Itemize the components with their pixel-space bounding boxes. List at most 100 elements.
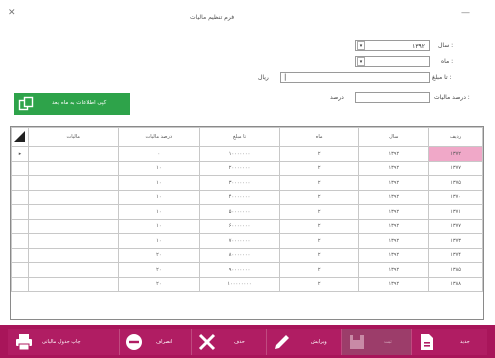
table-cell[interactable] bbox=[27, 233, 119, 249]
chevron-down-icon[interactable]: ▾ bbox=[357, 57, 365, 66]
table-cell[interactable]: ۱۳۷۳ bbox=[428, 233, 483, 249]
tax-percent-input[interactable] bbox=[355, 92, 430, 103]
column-header[interactable]: ماه bbox=[278, 127, 360, 147]
table-cell[interactable]: ۲ bbox=[278, 146, 360, 162]
table-cell[interactable]: ۱۰ bbox=[117, 233, 201, 249]
column-header[interactable]: مالیات bbox=[27, 127, 119, 147]
row-selector[interactable] bbox=[11, 204, 29, 220]
cancel-button[interactable]: انصراف bbox=[120, 329, 192, 355]
table-cell[interactable] bbox=[27, 262, 119, 278]
table-cell[interactable]: ۱۳۷۰ bbox=[428, 189, 483, 205]
copy-to-next-month-button[interactable]: کپی اطلاعات به ماه بعد bbox=[14, 93, 130, 115]
table-row[interactable]: ۱۰ ۲۰۰۰۰۰۰۰ ۲ ۱۳۹۲ ۱۳۷۷ bbox=[11, 160, 483, 176]
table-cell[interactable]: ۱۳۹۲ bbox=[358, 247, 430, 263]
table-cell[interactable] bbox=[27, 276, 119, 292]
table-cell[interactable]: ۱۳۸۸ bbox=[428, 276, 483, 292]
new-button[interactable]: جدید bbox=[412, 329, 487, 355]
table-cell[interactable]: ۱۳۷۷ bbox=[428, 160, 483, 176]
table-cell[interactable]: ۴۰۰۰۰۰۰۰ bbox=[199, 189, 280, 205]
close-icon[interactable]: ✕ bbox=[8, 8, 16, 18]
table-cell[interactable]: ۲۰ bbox=[117, 247, 201, 263]
table-cell[interactable]: ۶۰۰۰۰۰۰۰ bbox=[199, 218, 280, 234]
row-selector[interactable] bbox=[11, 218, 29, 234]
select-all-corner-icon[interactable] bbox=[13, 130, 26, 143]
year-dropdown[interactable]: ۱۳۹۲ ▾ bbox=[355, 40, 430, 51]
table-cell[interactable] bbox=[27, 189, 119, 205]
table-cell[interactable]: ۸۰۰۰۰۰۰۰ bbox=[199, 247, 280, 263]
table-cell[interactable]: ۲ bbox=[278, 276, 360, 292]
table-cell[interactable]: ۱۰ bbox=[117, 204, 201, 220]
table-cell[interactable]: ۱۳۷۵ bbox=[428, 175, 483, 191]
row-selector[interactable] bbox=[11, 160, 29, 176]
table-cell[interactable]: ۱۳۷۲ bbox=[428, 146, 483, 162]
table-cell[interactable]: ۲۰۰۰۰۰۰۰ bbox=[199, 160, 280, 176]
table-cell[interactable] bbox=[27, 160, 119, 176]
column-header[interactable]: ردیف bbox=[428, 127, 483, 147]
column-header[interactable]: تا مبلغ bbox=[199, 127, 280, 147]
table-cell[interactable] bbox=[27, 204, 119, 220]
row-selector[interactable] bbox=[11, 276, 29, 292]
row-selector[interactable] bbox=[11, 247, 29, 263]
table-cell[interactable]: ۱۳۹۲ bbox=[358, 218, 430, 234]
table-cell[interactable]: ۵۰۰۰۰۰۰۰ bbox=[199, 204, 280, 220]
table-cell[interactable]: ۱۰۰۰۰۰۰۰۰ bbox=[199, 276, 280, 292]
table-cell[interactable]: ۷۰۰۰۰۰۰۰ bbox=[199, 233, 280, 249]
row-selector[interactable] bbox=[11, 189, 29, 205]
table-row[interactable]: ۲۰ ۹۰۰۰۰۰۰۰ ۲ ۱۳۹۲ ۱۳۸۵ bbox=[11, 262, 483, 278]
table-cell[interactable]: ۲۰ bbox=[117, 262, 201, 278]
minimize-icon[interactable]: — bbox=[461, 8, 470, 18]
table-cell[interactable]: ۱۳۹۲ bbox=[358, 189, 430, 205]
table-cell[interactable] bbox=[27, 146, 119, 162]
tax-grid[interactable]: مالیات درصد مالیات تا مبلغ ماه سال ردیف … bbox=[10, 126, 484, 320]
table-cell[interactable]: ۲ bbox=[278, 247, 360, 263]
table-cell[interactable]: ۲ bbox=[278, 218, 360, 234]
table-cell[interactable]: ۱۰ bbox=[117, 175, 201, 191]
table-cell[interactable]: ۲ bbox=[278, 204, 360, 220]
table-cell[interactable]: ۱۳۹۲ bbox=[358, 160, 430, 176]
column-header[interactable]: سال bbox=[358, 127, 430, 147]
table-cell[interactable]: ۲۰ bbox=[117, 276, 201, 292]
table-cell[interactable]: ۱۳۹۲ bbox=[358, 276, 430, 292]
table-cell[interactable]: ۱۰ bbox=[117, 189, 201, 205]
table-cell[interactable]: ۱۳۹۲ bbox=[358, 146, 430, 162]
table-cell[interactable]: ۱۳۷۱ bbox=[428, 204, 483, 220]
table-cell[interactable]: ۱۳۹۲ bbox=[358, 175, 430, 191]
table-cell[interactable]: ۰ bbox=[117, 146, 201, 162]
delete-button[interactable]: حذف bbox=[192, 329, 267, 355]
table-cell[interactable]: ۱۳۹۲ bbox=[358, 233, 430, 249]
chevron-down-icon[interactable]: ▾ bbox=[357, 41, 365, 50]
table-cell[interactable]: ۲ bbox=[278, 189, 360, 205]
column-header[interactable]: درصد مالیات bbox=[117, 127, 201, 147]
table-row[interactable]: ▸ ۰ ۱۰۰۰۰۰۰۰ ۲ ۱۳۹۲ ۱۳۷۲ bbox=[11, 146, 483, 162]
edit-button[interactable]: ویرایش bbox=[267, 329, 342, 355]
print-tax-table-button[interactable]: چاپ جدول مالیاتی bbox=[8, 329, 120, 355]
table-row[interactable]: ۱۰ ۷۰۰۰۰۰۰۰ ۲ ۱۳۹۲ ۱۳۷۳ bbox=[11, 233, 483, 249]
table-cell[interactable]: ۹۰۰۰۰۰۰۰ bbox=[199, 262, 280, 278]
row-selector[interactable]: ▸ bbox=[11, 146, 29, 162]
month-dropdown[interactable]: ▾ bbox=[355, 56, 430, 67]
table-cell[interactable]: ۲ bbox=[278, 262, 360, 278]
table-row[interactable]: ۱۰ ۶۰۰۰۰۰۰۰ ۲ ۱۳۹۲ ۱۳۷۷ bbox=[11, 218, 483, 234]
table-cell[interactable] bbox=[27, 218, 119, 234]
table-cell[interactable]: ۱۰۰۰۰۰۰۰ bbox=[199, 146, 280, 162]
row-selector[interactable] bbox=[11, 175, 29, 191]
table-cell[interactable]: ۲ bbox=[278, 233, 360, 249]
table-cell[interactable]: ۱۰ bbox=[117, 160, 201, 176]
table-cell[interactable]: ۱۳۸۵ bbox=[428, 262, 483, 278]
table-cell[interactable]: ۱۳۹۲ bbox=[358, 204, 430, 220]
table-cell[interactable]: ۲ bbox=[278, 175, 360, 191]
table-cell[interactable]: ۱۳۷۴ bbox=[428, 247, 483, 263]
table-cell[interactable] bbox=[27, 247, 119, 263]
row-selector[interactable] bbox=[11, 262, 29, 278]
amount-input[interactable]: | bbox=[280, 72, 430, 83]
table-cell[interactable]: ۲ bbox=[278, 160, 360, 176]
table-cell[interactable] bbox=[27, 175, 119, 191]
table-cell[interactable]: ۱۳۹۲ bbox=[358, 262, 430, 278]
table-cell[interactable]: ۳۰۰۰۰۰۰۰ bbox=[199, 175, 280, 191]
table-cell[interactable]: ۱۳۷۷ bbox=[428, 218, 483, 234]
row-selector[interactable] bbox=[11, 233, 29, 249]
table-cell[interactable]: ۱۰ bbox=[117, 218, 201, 234]
table-row[interactable]: ۱۰ ۴۰۰۰۰۰۰۰ ۲ ۱۳۹۲ ۱۳۷۰ bbox=[11, 189, 483, 205]
table-row[interactable]: ۱۰ ۳۰۰۰۰۰۰۰ ۲ ۱۳۹۲ ۱۳۷۵ bbox=[11, 175, 483, 191]
table-row[interactable]: ۲۰ ۱۰۰۰۰۰۰۰۰ ۲ ۱۳۹۲ ۱۳۸۸ bbox=[11, 276, 483, 292]
